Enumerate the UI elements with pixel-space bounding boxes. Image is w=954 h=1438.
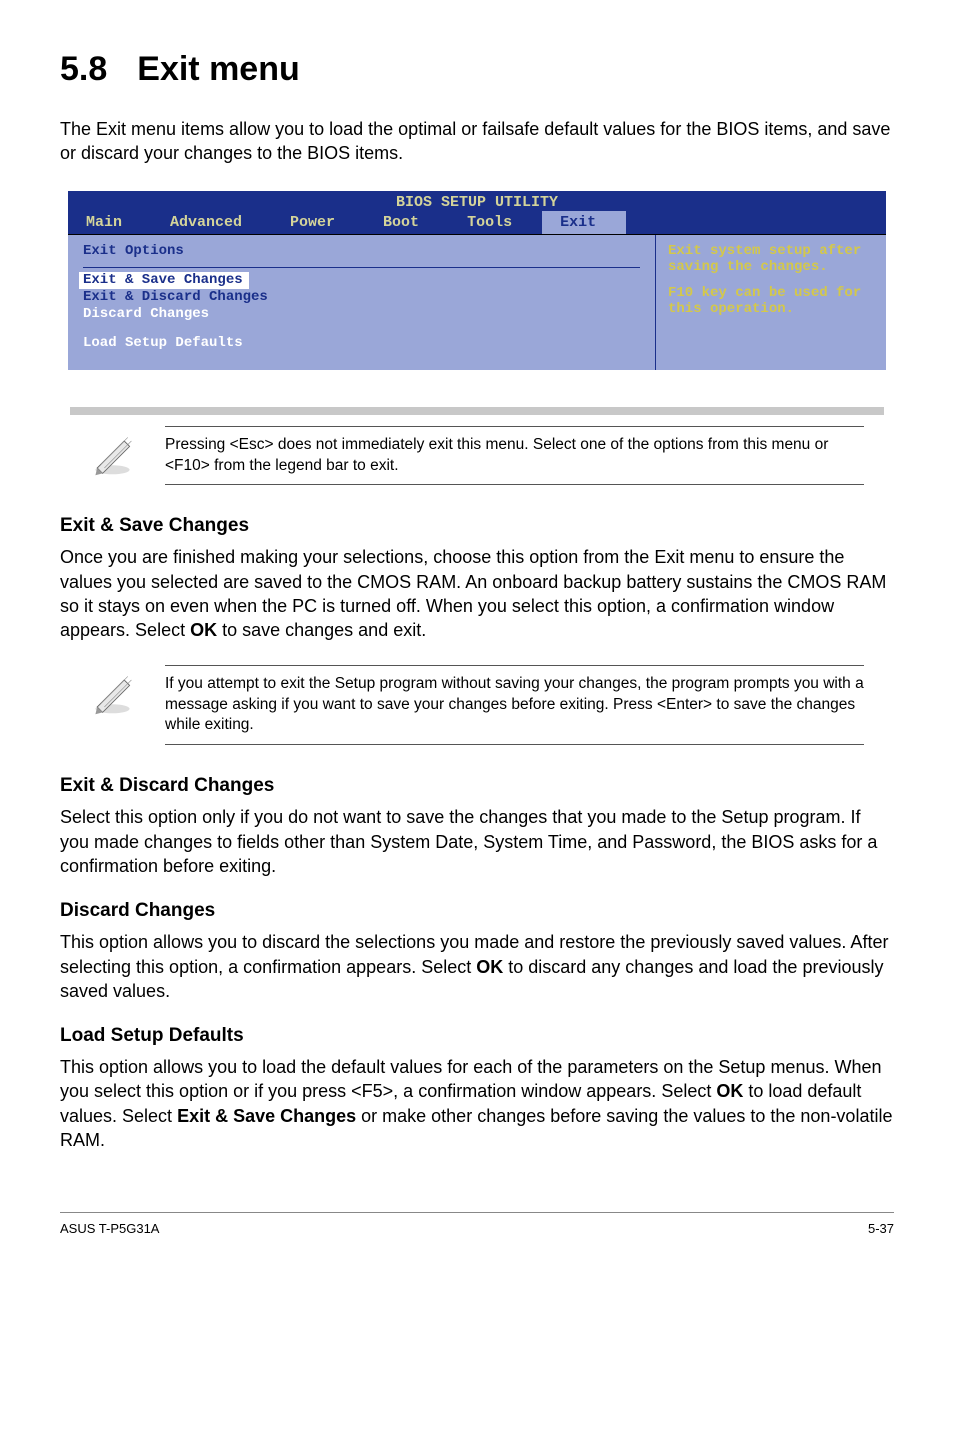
bios-right-panel: Exit system setup after saving the chang… [656,235,886,370]
s1-bold: OK [190,620,217,640]
note-text-2: If you attempt to exit the Setup program… [165,665,864,746]
s3-bold: OK [476,957,503,977]
bios-item-exit-save: Exit & Save Changes [79,272,249,289]
s1-post: to save changes and exit. [217,620,426,640]
s4-bold2: Exit & Save Changes [177,1106,356,1126]
section-title-discard: Discard Changes [60,900,894,922]
bios-tab-exit: Exit [542,211,626,234]
section-title-load-defaults: Load Setup Defaults [60,1025,894,1047]
section-body-load-defaults: This option allows you to load the defau… [60,1055,894,1152]
bios-screenshot: BIOS SETUP UTILITY Main Advanced Power B… [68,191,886,370]
bios-tab-tools: Tools [449,211,542,234]
s1-pre: Once you are finished making your select… [60,547,886,640]
page-footer: ASUS T-P5G31A 5-37 [60,1212,894,1236]
page-heading: 5.8 Exit menu [60,50,894,89]
bios-left-panel: Exit Options Exit & Save Changes Exit & … [68,235,656,370]
intro-paragraph: The Exit menu items allow you to load th… [60,117,894,166]
bios-tab-power: Power [272,211,365,234]
bios-tab-advanced: Advanced [152,211,272,234]
note-pencil-icon [90,671,135,716]
note-block-2: If you attempt to exit the Setup program… [90,665,864,746]
bios-tab-main: Main [68,211,152,234]
bios-help-line2: F10 key can be used for this operation. [668,285,876,317]
bios-help-line1: Exit system setup after saving the chang… [668,243,876,275]
bios-item-exit-discard: Exit & Discard Changes [83,289,640,306]
bios-body: Exit Options Exit & Save Changes Exit & … [68,235,886,370]
heading-title: Exit menu [137,50,299,88]
section-body-discard: This option allows you to discard the se… [60,930,894,1003]
heading-number: 5.8 [60,50,107,89]
note-text-1: Pressing <Esc> does not immediately exit… [165,426,864,486]
bios-item-load-defaults: Load Setup Defaults [83,335,640,352]
bios-tab-boot: Boot [365,211,449,234]
footer-model: ASUS T-P5G31A [60,1221,159,1236]
bios-gap [83,323,640,335]
footer-page-number: 5-37 [868,1221,894,1236]
bios-shadow [70,407,884,415]
section-body-save: Once you are finished making your select… [60,545,894,642]
section-title-discard-exit: Exit & Discard Changes [60,775,894,797]
note-block-1: Pressing <Esc> does not immediately exit… [90,426,864,486]
section-title-save: Exit & Save Changes [60,515,894,537]
bios-group-title: Exit Options [83,243,640,268]
bios-titlebar: BIOS SETUP UTILITY [68,191,886,211]
bios-item-discard: Discard Changes [83,306,640,323]
section-body-discard-exit: Select this option only if you do not wa… [60,805,894,878]
s4-bold1: OK [716,1081,743,1101]
bios-tabs: Main Advanced Power Boot Tools Exit [68,211,886,235]
note-pencil-icon [90,432,135,477]
